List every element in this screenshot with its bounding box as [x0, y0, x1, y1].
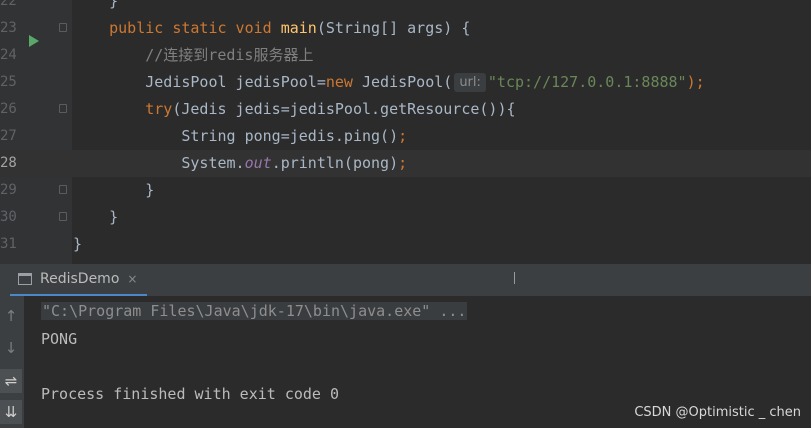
output-line-exit: Process finished with exit code 0 [41, 385, 340, 403]
code-token: ; [398, 127, 408, 145]
code-line-28[interactable]: 28 System.out.println(pong); [0, 150, 811, 177]
code-line-23[interactable]: 23 public static void main(String[] args… [0, 15, 811, 42]
code-token: try [145, 100, 173, 118]
code-text: try(Jedis jedis=jedisPool.getResource())… [73, 96, 516, 123]
code-token: } [73, 235, 83, 253]
code-text: String pong=jedis.ping(); [73, 123, 407, 150]
code-token: "tcp://127.0.0.1:8888" [487, 73, 687, 91]
parameter-hint: url: [454, 73, 486, 92]
soft-wrap-icon[interactable]: ⇌ [0, 369, 22, 393]
code-token: } [73, 208, 119, 226]
line-number: 23 [0, 20, 17, 36]
code-token: } [73, 181, 155, 199]
code-token: String pong=jedis.ping() [73, 127, 399, 145]
line-number: 31 [0, 236, 17, 252]
code-text: } [73, 177, 154, 204]
code-text: } [73, 0, 118, 15]
code-line-30[interactable]: 30 } [0, 204, 811, 231]
code-token: JedisPool jedisPool= [73, 73, 326, 91]
code-text: System.out.println(pong); [73, 150, 407, 177]
line-number: 28 [0, 155, 17, 171]
line-number: 27 [0, 128, 17, 144]
command-line: "C:\Program Files\Java\jdk-17\bin\java.e… [41, 300, 468, 322]
code-token: ; [398, 154, 408, 172]
code-line-24[interactable]: 24 //连接到redis服务器上 [0, 42, 811, 69]
code-token: ); [686, 73, 705, 91]
code-line-27[interactable]: 27 String pong=jedis.ping(); [0, 123, 811, 150]
code-text: } [73, 204, 118, 231]
code-token: out [244, 154, 272, 172]
output-line-pong: PONG [41, 330, 78, 348]
fold-marker-icon[interactable] [59, 185, 67, 194]
code-token: //连接到redis服务器上 [145, 46, 314, 64]
line-number: 26 [0, 101, 17, 117]
down-arrow-icon[interactable]: ↓ [0, 336, 22, 360]
code-token: (String[] args) { [316, 19, 471, 37]
code-token: main [280, 19, 317, 37]
watermark: CSDN @Optimistic _ chen [634, 405, 801, 420]
line-number: 29 [0, 182, 17, 198]
code-line-22[interactable]: 22 } [0, 0, 811, 15]
up-arrow-icon[interactable]: ↑ [0, 304, 22, 328]
tab-label: RedisDemo [40, 271, 120, 287]
code-editor[interactable]: 22 } 23 public static void main(String[] … [0, 0, 811, 264]
tab-redisdemo[interactable]: RedisDemo × [10, 264, 148, 297]
fold-marker-icon[interactable] [59, 23, 67, 32]
run-tool-window-header: RedisDemo × [0, 264, 811, 297]
code-line-25[interactable]: 25 JedisPool jedisPool=new JedisPool(url… [0, 69, 811, 96]
fold-marker-icon[interactable] [59, 212, 67, 221]
code-token: (Jedis jedis=jedisPool.getResource()){ [172, 100, 516, 118]
command-line-text: "C:\Program Files\Java\jdk-17\bin\java.e… [41, 302, 468, 320]
code-token: JedisPool( [362, 73, 453, 91]
code-token: } [109, 0, 119, 10]
line-number: 22 [0, 0, 17, 9]
code-text: //连接到redis服务器上 [73, 42, 313, 69]
code-text: JedisPool jedisPool=new JedisPool(url: "t… [73, 69, 705, 96]
scroll-to-end-icon[interactable]: ⇊ [0, 400, 22, 424]
line-number: 25 [0, 74, 17, 90]
code-line-29[interactable]: 29 } [0, 177, 811, 204]
text-cursor [514, 272, 515, 284]
code-token: .println(pong) [271, 154, 399, 172]
code-token: public static void [109, 19, 281, 37]
code-line-31[interactable]: 31} [0, 231, 811, 258]
code-token: System. [73, 154, 245, 172]
console-icon [18, 273, 32, 285]
run-main-icon[interactable] [29, 35, 39, 47]
fold-marker-icon[interactable] [59, 104, 67, 113]
code-token: new [325, 73, 362, 91]
code-text: public static void main(String[] args) { [73, 15, 470, 42]
line-number: 30 [0, 209, 17, 225]
close-icon[interactable]: × [127, 272, 137, 286]
line-number: 24 [0, 47, 17, 63]
console-toolbar: ↑ ↓ ⇌ ⇊ [0, 296, 24, 428]
code-text: } [73, 231, 82, 258]
code-line-26[interactable]: 26 try(Jedis jedis=jedisPool.getResource… [0, 96, 811, 123]
